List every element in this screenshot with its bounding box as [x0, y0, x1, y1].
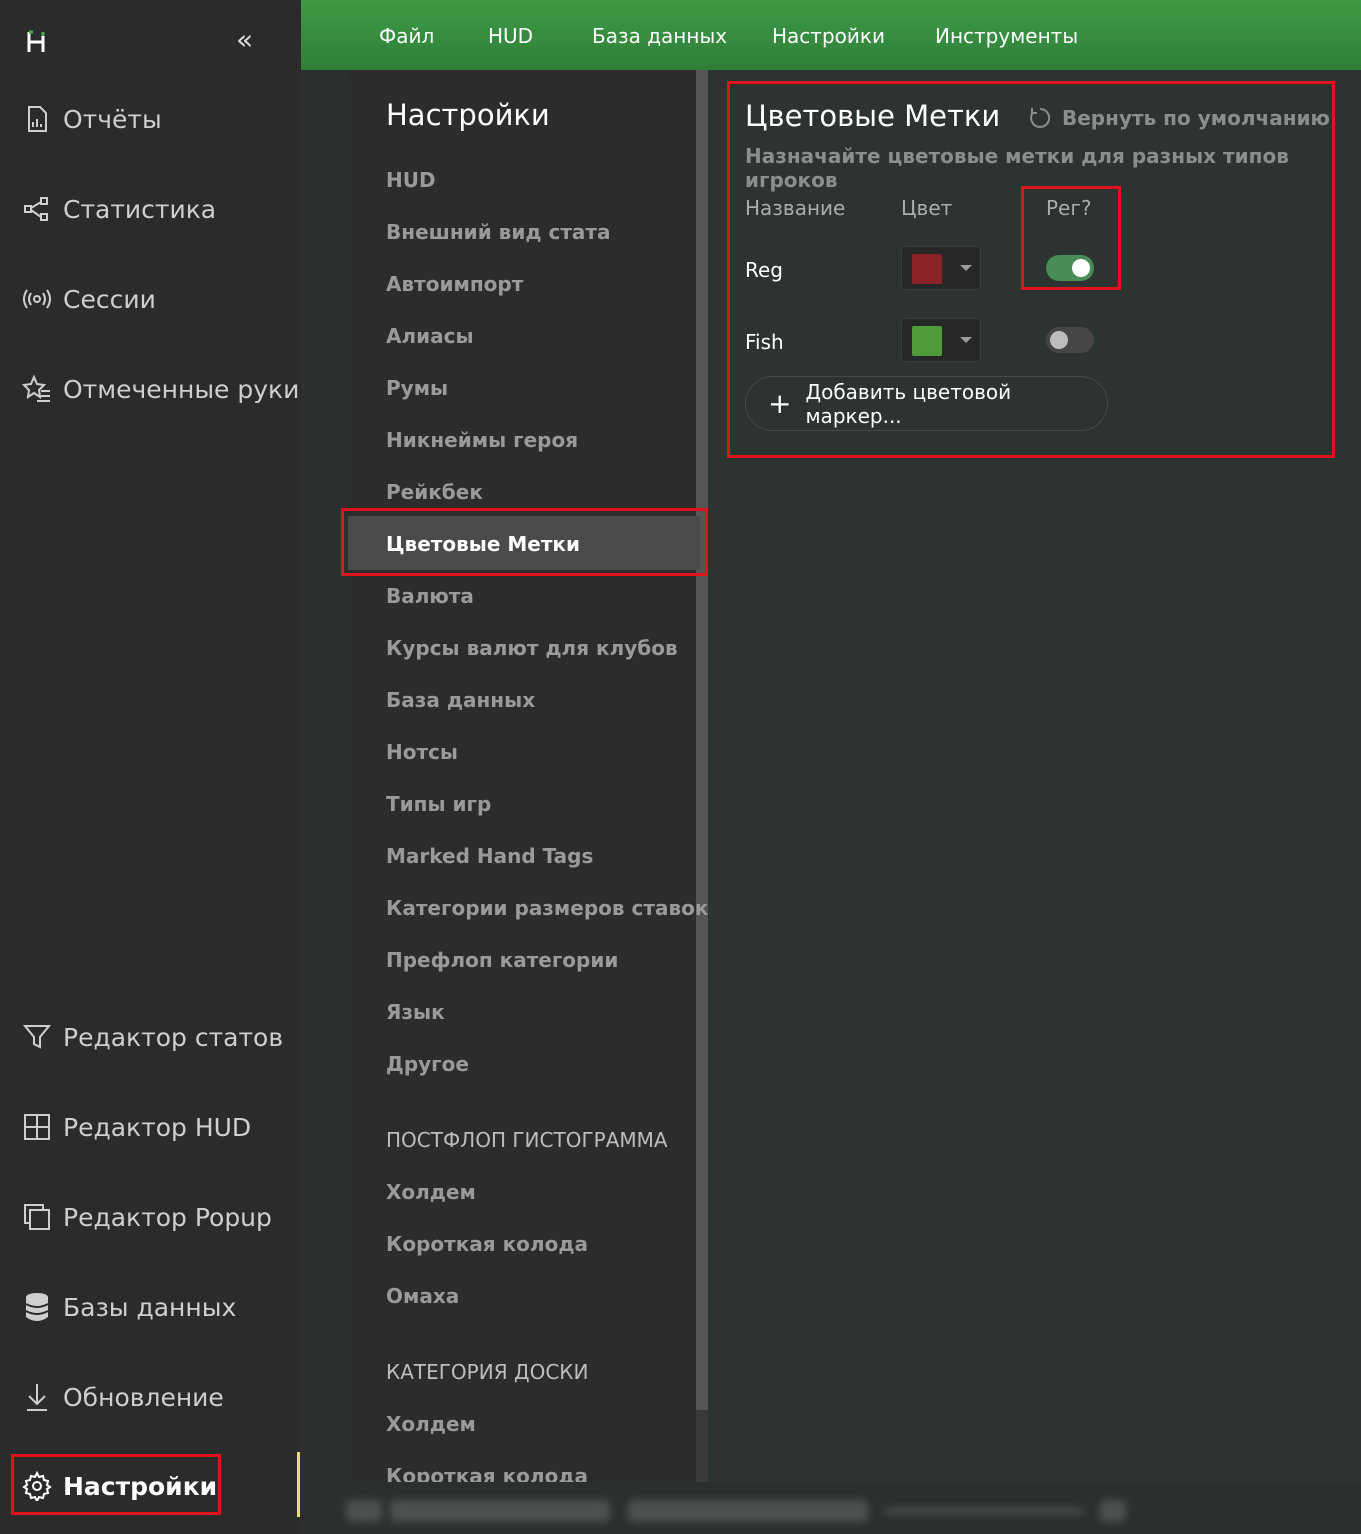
settings-item-marked-hand-tags[interactable]: Marked Hand Tags	[386, 844, 593, 868]
sidebar-item-label: Редактор HUD	[63, 1112, 252, 1142]
windows-icon	[22, 1202, 52, 1232]
sidebar-item-label: Отмеченные руки	[63, 374, 300, 404]
sidebar: « Отчёты Статистика Сессии Отмеченные ру…	[0, 0, 301, 1534]
sidebar-item-label: Редактор Popup	[63, 1202, 272, 1232]
settings-item-bet-size-categories[interactable]: Категории размеров ставок	[386, 896, 708, 920]
section-postflop-histogram: ПОСТФЛОП ГИСТОГРАММА	[386, 1128, 668, 1152]
settings-item-rooms[interactable]: Румы	[386, 376, 448, 400]
settings-item-postflop-omaha[interactable]: Омаха	[386, 1284, 459, 1308]
sidebar-item-stat-editor[interactable]: Редактор статов	[22, 1017, 283, 1057]
scrollbar-thumb[interactable]	[696, 70, 708, 1410]
star-list-icon	[22, 374, 52, 404]
sidebar-item-marked-hands[interactable]: Отмеченные руки	[22, 369, 299, 409]
sidebar-item-label: Отчёты	[63, 104, 162, 134]
settings-item-hero-nicknames[interactable]: Никнеймы героя	[386, 428, 578, 452]
settings-item-notes[interactable]: Нотсы	[386, 740, 458, 764]
sidebar-item-update[interactable]: Обновление	[22, 1377, 224, 1417]
settings-item-postflop-short-deck[interactable]: Короткая колода	[386, 1232, 588, 1256]
settings-item-postflop-holdem[interactable]: Холдем	[386, 1180, 476, 1204]
settings-item-rakeback[interactable]: Рейкбек	[386, 480, 483, 504]
sidebar-item-statistics[interactable]: Статистика	[22, 189, 216, 229]
highlight-box-settings	[11, 1454, 221, 1515]
settings-nav-scrollbar[interactable]	[696, 70, 708, 1482]
active-indicator	[297, 1452, 300, 1517]
section-board-category: КАТЕГОРИЯ ДОСКИ	[386, 1360, 589, 1384]
menu-hud[interactable]: HUD	[488, 24, 533, 48]
broadcast-icon	[22, 284, 52, 314]
sidebar-item-label: Статистика	[63, 194, 217, 224]
menu-settings[interactable]: Настройки	[772, 24, 885, 48]
sidebar-item-popup-editor[interactable]: Редактор Popup	[22, 1197, 272, 1237]
settings-item-board-short-deck[interactable]: Короткая колода	[386, 1464, 588, 1482]
database-icon	[22, 1292, 52, 1322]
status-blur	[390, 1500, 610, 1522]
report-icon	[22, 104, 52, 134]
settings-item-hud[interactable]: HUD	[386, 168, 436, 192]
sidebar-item-sessions[interactable]: Сессии	[22, 279, 156, 319]
settings-item-other[interactable]: Другое	[386, 1052, 469, 1076]
menu-file[interactable]: Файл	[379, 24, 434, 48]
settings-item-aliases[interactable]: Алиасы	[386, 324, 474, 348]
sidebar-item-hud-editor[interactable]: Редактор HUD	[22, 1107, 251, 1147]
sidebar-item-label: Обновление	[63, 1382, 224, 1412]
menu-database[interactable]: База данных	[592, 24, 727, 48]
highlight-box-reg-column	[1021, 186, 1121, 290]
app-logo-icon	[27, 30, 45, 52]
settings-item-language[interactable]: Язык	[386, 1000, 445, 1024]
filter-icon	[22, 1022, 52, 1052]
settings-item-stat-appearance[interactable]: Внешний вид стата	[386, 220, 611, 244]
settings-title: Настройки	[386, 98, 550, 132]
layout-icon	[22, 1112, 52, 1142]
sidebar-item-databases[interactable]: Базы данных	[22, 1287, 236, 1327]
share-nodes-icon	[22, 194, 52, 224]
menu-tools[interactable]: Инструменты	[935, 24, 1078, 48]
settings-item-autoimport[interactable]: Автоимпорт	[386, 272, 523, 296]
settings-item-database[interactable]: База данных	[386, 688, 535, 712]
settings-item-preflop-categories[interactable]: Префлоп категории	[386, 948, 618, 972]
settings-item-club-rates[interactable]: Курсы валют для клубов	[386, 636, 678, 660]
chevrons-left-icon[interactable]: «	[236, 26, 253, 54]
status-blur	[346, 1500, 382, 1522]
sidebar-item-label: Сессии	[63, 284, 156, 314]
sidebar-item-reports[interactable]: Отчёты	[22, 99, 162, 139]
sidebar-item-label: Базы данных	[63, 1292, 237, 1322]
status-blur	[884, 1508, 1084, 1514]
settings-item-board-holdem[interactable]: Холдем	[386, 1412, 476, 1436]
status-blur	[1100, 1500, 1126, 1522]
download-icon	[22, 1382, 52, 1412]
settings-item-currency[interactable]: Валюта	[386, 584, 474, 608]
menu-bar: Файл HUD База данных Настройки Инструмен…	[301, 0, 1361, 70]
app-window: « Отчёты Статистика Сессии Отмеченные ру…	[0, 0, 1361, 1534]
highlight-box-color-labels	[341, 508, 708, 576]
settings-item-game-types[interactable]: Типы игр	[386, 792, 491, 816]
sidebar-item-label: Редактор статов	[63, 1022, 284, 1052]
status-blur	[628, 1500, 868, 1522]
